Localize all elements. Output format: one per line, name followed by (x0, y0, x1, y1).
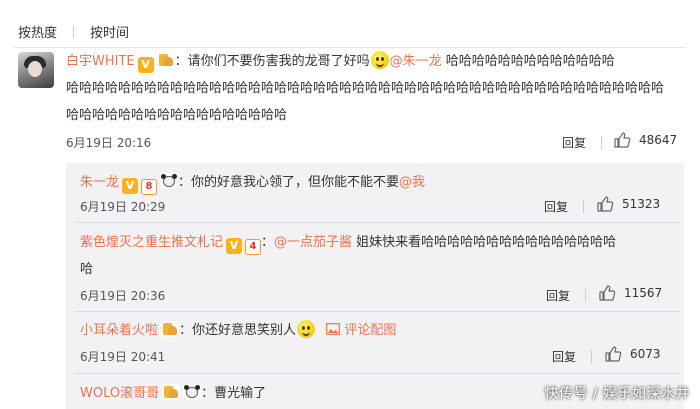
reply-time: 6月19日 20:36 (80, 289, 166, 303)
member-badge-icon[interactable]: 8 (141, 179, 158, 195)
reply-username[interactable]: 小耳朵着火啦 (80, 323, 158, 338)
like-button[interactable]: 48647 (613, 131, 677, 149)
comment-time: 6月19日 20:16 (66, 136, 152, 150)
reply-username[interactable]: 紫色煌灭之重生推文札记 (80, 235, 223, 250)
action-divider (591, 350, 592, 363)
divider (74, 311, 680, 312)
reply-time: 6月19日 20:29 (80, 200, 166, 214)
reply-username[interactable]: 朱一龙 (80, 175, 119, 190)
reply-line: WOLO滚哥哥 ：曹光输了 (80, 383, 266, 404)
comment-picture-label: 评论配图 (344, 323, 397, 338)
reply-text: ：曹光输了 (201, 386, 267, 401)
smiley-emoji-icon (370, 51, 389, 69)
like-count: 6073 (630, 347, 661, 361)
image-icon (326, 323, 341, 335)
reply-button[interactable]: 回复 (544, 198, 568, 215)
smiley-emoji-icon (297, 320, 316, 338)
like-button[interactable]: 11567 (598, 284, 662, 302)
avatar[interactable] (18, 52, 54, 88)
thumbs-up-icon (597, 196, 614, 212)
reply-text: 姐妹快来看哈哈哈哈哈哈哈哈哈哈哈哈哈哈哈 (352, 235, 617, 250)
tab-divider (73, 24, 75, 38)
comment-line-1: 白宇WHITE V ：请你们不要伤害我的龙哥了好吗 @朱一龙 哈哈哈哈哈哈哈哈哈哈哈哈… (66, 51, 615, 73)
like-count: 48647 (639, 133, 678, 147)
thumbs-up-icon (605, 346, 622, 362)
like-button[interactable]: 6073 (604, 345, 661, 363)
divider (74, 373, 680, 374)
reply-time: 6月19日 20:41 (80, 350, 166, 364)
bear-badge-icon[interactable] (160, 173, 179, 189)
sort-by-time-tab[interactable]: 按时间 (90, 22, 129, 41)
bear-badge-icon[interactable] (183, 384, 202, 400)
watermark: 快传号 / 娱乐如深水井 (544, 386, 690, 402)
reply-button[interactable]: 回复 (552, 348, 576, 365)
reply-line: 小耳朵着火啦 ：你还好意思笑别人 评论配图 (80, 320, 396, 341)
reply-separator: ： (261, 235, 275, 250)
comment-sort-tabs: 按热度 按时间 (18, 20, 129, 42)
reply-button[interactable]: 回复 (562, 134, 586, 151)
thumbs-up-icon (614, 132, 631, 148)
fan-badge-icon[interactable] (161, 321, 180, 337)
comment-picture-link[interactable]: 评论配图 (326, 323, 396, 338)
comment-text-cont: 哈哈哈哈哈哈哈哈哈哈哈哈哈 (441, 54, 615, 69)
comment-mention[interactable]: @朱一龙 (390, 54, 442, 69)
reply-text: ：你的好意我心领了，但你能不能不要 (178, 175, 400, 190)
comment-line-3: 哈哈哈哈哈哈哈哈哈哈哈哈哈哈哈哈哈 (66, 108, 288, 123)
reply-mention[interactable]: @我 (399, 175, 425, 190)
comment-line-2: 哈哈哈哈哈哈哈哈哈哈哈哈哈哈哈哈哈哈哈哈哈哈哈哈哈哈哈哈哈哈哈哈哈哈哈哈哈哈哈哈… (66, 81, 665, 96)
reply-username[interactable]: WOLO滚哥哥 (80, 386, 159, 401)
action-divider (583, 200, 584, 213)
reply-line: 紫色煌灭之重生推文札记 V 4 ：@一点茄子酱 姐妹快来看哈哈哈哈哈哈哈哈哈哈哈哈哈哈… (80, 232, 616, 255)
reply-text-line-2: 哈 (80, 262, 94, 277)
like-button[interactable]: 51323 (596, 195, 660, 213)
fan-badge-icon[interactable] (162, 384, 181, 400)
action-divider (601, 136, 602, 149)
action-divider (585, 289, 586, 302)
member-badge-icon[interactable]: 4 (245, 239, 262, 255)
divider (14, 47, 686, 48)
reply-mention[interactable]: @一点茄子酱 (274, 235, 352, 250)
divider (74, 222, 680, 223)
thumbs-up-icon (599, 285, 616, 301)
reply-line: 朱一龙 V 8 ：你的好意我心领了，但你能不能不要@我 (80, 172, 425, 195)
comment-text: ：请你们不要伤害我的龙哥了好吗 (174, 54, 370, 69)
verified-v-icon[interactable]: V (226, 238, 243, 254)
verified-v-icon[interactable]: V (137, 57, 154, 73)
like-count: 51323 (622, 197, 661, 211)
verified-v-icon[interactable]: V (122, 178, 139, 194)
reply-button[interactable]: 回复 (546, 287, 570, 304)
comment-username[interactable]: 白宇WHITE (66, 54, 135, 69)
sort-by-hot-tab[interactable]: 按热度 (18, 22, 57, 41)
fan-badge-icon[interactable] (156, 52, 175, 68)
reply-text: ：你还好意思笑别人 (179, 323, 297, 338)
like-count: 11567 (624, 286, 663, 300)
